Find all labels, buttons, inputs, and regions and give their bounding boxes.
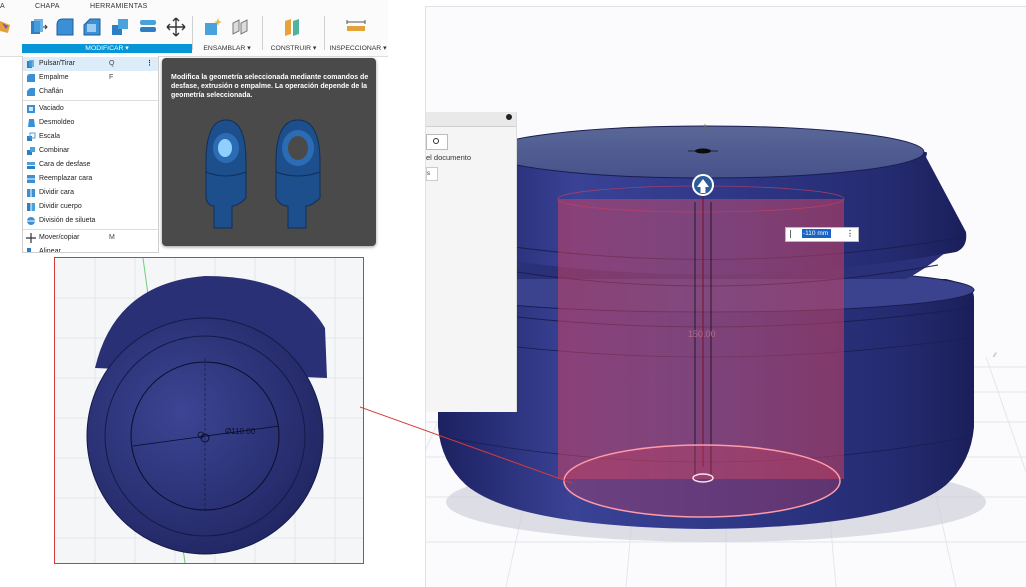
menu-item-desmoldeo[interactable]: Desmoldeo bbox=[23, 116, 158, 130]
ensamblar-group-button[interactable]: ENSAMBLAR ▾ bbox=[197, 44, 257, 53]
menu-item-cara-de-desfase[interactable]: Cara de desfase bbox=[23, 158, 158, 172]
more-options-icon[interactable]: ⋮ bbox=[146, 57, 153, 71]
chamfer-icon[interactable] bbox=[82, 17, 102, 37]
construir-group-button[interactable]: CONSTRUIR ▾ bbox=[266, 44, 321, 53]
split-body-icon bbox=[27, 203, 35, 211]
dimension-value[interactable]: -110 mm bbox=[802, 229, 831, 238]
sketch-profile-circle[interactable] bbox=[563, 444, 841, 518]
bottom-view-inset: Ø110.00 bbox=[54, 257, 364, 564]
new-component-icon[interactable] bbox=[203, 17, 223, 37]
extrude-arrow-manipulator[interactable] bbox=[692, 174, 714, 196]
menu-item-chaflan[interactable]: Chaflán bbox=[23, 85, 158, 99]
inspeccionar-group-button[interactable]: INSPECCIONAR ▾ bbox=[328, 44, 388, 53]
replace-face-icon bbox=[27, 175, 35, 183]
menu-item-dividir-cara[interactable]: Dividir cara bbox=[23, 186, 158, 200]
input-handle-icon bbox=[790, 230, 797, 238]
panel-pin-icon[interactable] bbox=[506, 114, 512, 120]
measure-icon[interactable] bbox=[346, 17, 366, 37]
document-panel: el documento s bbox=[426, 112, 517, 412]
more-options-icon[interactable]: ⋮ bbox=[846, 228, 854, 240]
menu-item-empalme[interactable]: Empalme F bbox=[23, 71, 158, 85]
fillet-icon[interactable] bbox=[55, 17, 75, 37]
menu-item-division-de-silueta[interactable]: División de silueta bbox=[23, 214, 158, 228]
document-panel-header bbox=[426, 112, 516, 127]
menu-item-escala[interactable]: Escala bbox=[23, 130, 158, 144]
menu-separator bbox=[23, 100, 158, 101]
press-pull-icon bbox=[27, 60, 34, 68]
toolbar-separator bbox=[324, 16, 325, 50]
draft-icon bbox=[28, 119, 35, 127]
align-icon bbox=[27, 248, 31, 252]
radio-toggle[interactable] bbox=[426, 134, 448, 150]
tooltip-description: Modifica la geometría seleccionada media… bbox=[171, 74, 369, 99]
offset-face-icon bbox=[27, 162, 35, 169]
inset-canvas: Ø110.00 bbox=[55, 258, 363, 563]
move-icon[interactable] bbox=[166, 17, 186, 37]
toolbar-separator bbox=[262, 16, 263, 50]
height-dimension-label: 150.00 bbox=[688, 329, 716, 339]
menu-item-reemplazar-cara[interactable]: Reemplazar cara bbox=[23, 172, 158, 186]
ribbon-toolbar: A CHAPA HERRAMIENTAS MODIFICAR ▾ ENSAMBL… bbox=[0, 0, 388, 57]
inset-diameter-label: Ø110.00 bbox=[225, 427, 256, 436]
modificar-dropdown-menu: Pulsar/Tirar Q ⋮ Empalme F Chaflán Vacia… bbox=[22, 56, 159, 253]
move-icon bbox=[26, 233, 36, 243]
menu-item-pulsar-tirar[interactable]: Pulsar/Tirar Q ⋮ bbox=[23, 57, 158, 71]
menu-item-combinar[interactable]: Combinar bbox=[23, 144, 158, 158]
menu-item-dividir-cuerpo[interactable]: Dividir cuerpo bbox=[23, 200, 158, 214]
tab-chapa[interactable]: CHAPA bbox=[35, 3, 60, 10]
document-label: el documento bbox=[426, 153, 472, 162]
menu-item-alinear[interactable]: Alinear bbox=[23, 245, 158, 252]
tab-herramientas[interactable]: HERRAMIENTAS bbox=[90, 3, 148, 10]
combine-icon bbox=[27, 147, 35, 155]
inset-connector-line bbox=[360, 406, 573, 484]
create-sketch-icon[interactable] bbox=[0, 17, 12, 37]
menu-item-mover-copiar[interactable]: Mover/copiar M bbox=[23, 231, 158, 245]
split-face-icon bbox=[27, 189, 35, 197]
menu-separator bbox=[23, 229, 158, 230]
chamfer-icon bbox=[27, 88, 35, 96]
press-pull-tooltip: Modifica la geometría seleccionada media… bbox=[162, 58, 376, 246]
tab-partial[interactable]: A bbox=[0, 3, 5, 10]
dimension-input[interactable]: -110 mm ⋮ bbox=[785, 227, 859, 242]
fillet-icon bbox=[27, 74, 35, 82]
toolbar-separator bbox=[192, 16, 193, 50]
modificar-group-button[interactable]: MODIFICAR ▾ bbox=[22, 44, 192, 53]
menu-item-vaciado[interactable]: Vaciado bbox=[23, 102, 158, 116]
combine-icon[interactable] bbox=[110, 17, 130, 37]
offset-plane-icon[interactable] bbox=[282, 17, 302, 37]
3d-viewport[interactable]: 150.00 ⁄⁄ el documento s bbox=[425, 6, 1026, 587]
shell-icon bbox=[27, 105, 35, 113]
press-pull-icon[interactable] bbox=[28, 17, 48, 37]
joint-icon[interactable] bbox=[230, 17, 250, 37]
offset-face-icon[interactable] bbox=[138, 17, 158, 37]
scale-icon bbox=[27, 132, 36, 141]
axis-tick: ⁄⁄ bbox=[992, 353, 997, 359]
panel-sub-tab[interactable]: s bbox=[426, 167, 438, 181]
silhouette-split-icon bbox=[27, 217, 35, 225]
tooltip-illustration bbox=[205, 119, 321, 229]
